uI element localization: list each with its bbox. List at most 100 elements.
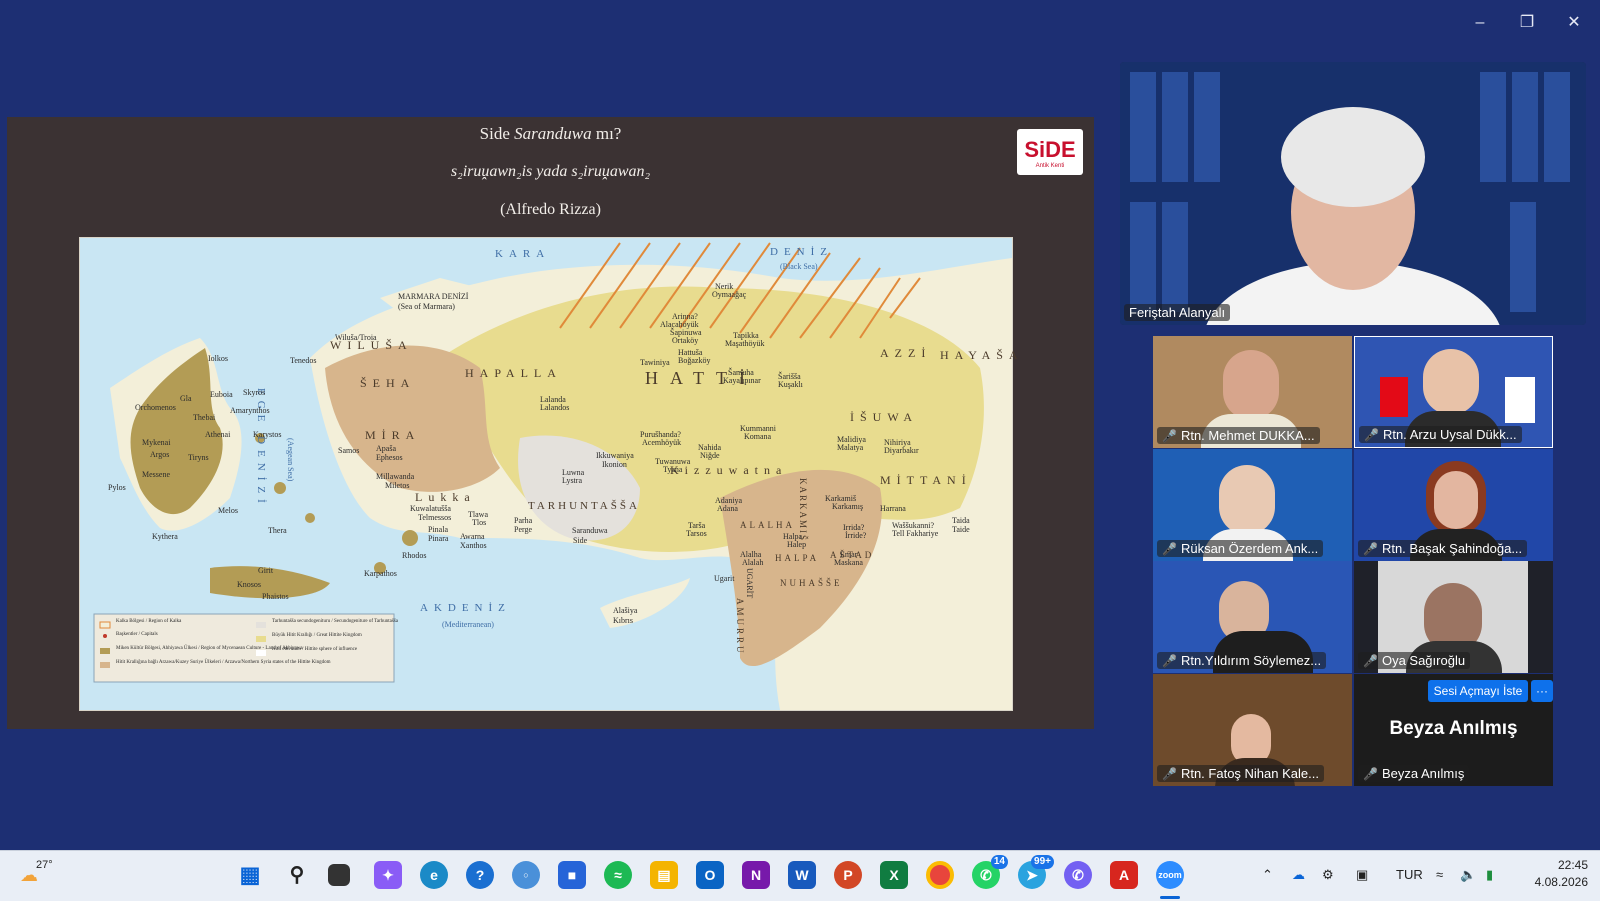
map-city-awarna: Awarna [460,532,485,541]
map-city-rhodos: Rhodos [402,551,427,560]
muted-mic-icon: 🎤 [1363,542,1378,556]
participant-name: 🎤 Rtn. Mehmet DUKKA... [1157,427,1320,444]
map-city-euboia: Euboia [210,390,233,399]
word-icon[interactable]: W [788,861,816,889]
map-graphic [80,238,1012,710]
whatsapp-icon[interactable]: ✆ 14 [972,855,1008,889]
search-icon[interactable]: ⚲ [283,861,311,889]
legend-great-hittite: Büyük Hitit Krallığı / Great Hittite Kin… [272,633,362,638]
map-label-akdeniz: AKDENİZ [420,602,511,614]
spotify-icon[interactable]: ≈ [604,861,632,889]
map-city-karpathos: Karpathos [364,569,397,578]
map-city-side: Side [573,536,588,545]
acrobat-icon[interactable]: A [1110,861,1138,889]
map-city-oymaagac: Oymaağaç [712,290,747,299]
map-region-tarhuntassa: TARHUNTAŠŠA [528,500,640,512]
minimize-button[interactable]: – [1469,12,1491,34]
map-city-kusakli: Kuşaklı [778,380,803,389]
map-city-tarsos: Tarsos [686,529,707,538]
store-icon[interactable]: ■ [558,861,586,889]
beta-app-icon[interactable]: ○ [512,861,540,889]
map-city-ikonion: Ikonion [602,460,627,469]
excel-icon[interactable]: X [880,861,908,889]
map-city-taida: Taida [952,516,970,525]
windows-start-icon[interactable]: ▦ [236,861,264,889]
active-speaker-video[interactable]: Feriştah Alanyalı [1120,62,1586,325]
task-view-icon[interactable] [328,864,350,886]
zoom-icon[interactable]: zoom [1156,861,1184,889]
map-city-komana: Komana [744,432,772,441]
map-city-messene: Messene [142,470,170,479]
participant-tile[interactable]: 🎤 Rtn. Fatoş Nihan Kale... [1153,674,1352,786]
ask-to-unmute-button[interactable]: Sesi Açmayı İste [1428,680,1528,702]
map-city-girit: Girit [258,566,274,575]
chrome-icon[interactable] [926,861,954,889]
viber-icon[interactable]: ✆ [1064,861,1092,889]
map-city-orchomenos: Orchomenos [135,403,176,412]
map-city-perge: Perge [514,525,533,534]
map-city-halep: Halep [787,540,807,549]
map-label-mediterranean: (Mediterranean) [442,620,494,629]
volume-icon[interactable]: 🔈 [1460,867,1476,883]
map-region-isuwa: İŠUWA [850,410,918,424]
close-button[interactable]: ✕ [1563,12,1585,34]
map-region-lukka: Lukka [415,490,476,504]
language-indicator[interactable]: TUR [1396,867,1423,882]
participant-tile[interactable]: 🎤 Rtn. Başak Şahindoğa... [1354,449,1553,561]
map-city-amarynthos: Amarynthos [230,406,270,415]
clock[interactable]: 22:45 4.08.2026 [1522,857,1588,891]
weather-widget[interactable]: ☁ 27° [18,859,58,893]
file-explorer-icon[interactable]: ▤ [650,861,678,889]
participant-tile[interactable]: 🎤 Rtn.Yıldırım Söylemez... [1153,561,1352,673]
map-city-thebai: Thebai [193,413,216,422]
map-city-karystos: Karystos [253,430,282,439]
map-city-gla: Gla [180,394,192,403]
map-city-alalah: Alalah [742,558,764,567]
help-icon[interactable]: ? [466,861,494,889]
participant-tile[interactable]: 🎤 Rüksan Özerdem Ank... [1153,449,1352,561]
map-city-tlos: Tlos [472,518,487,527]
map-city-diyarbakir: Diyarbakır [884,446,919,455]
telegram-icon[interactable]: ➤ 99+ [1018,855,1054,889]
map-city-tyana: Tyana [663,465,683,474]
map-city-ephesos: Ephesos [376,453,403,462]
slide-subtitle: s₂iruṷawn₂is yada s₂iruṷawan₂ [450,163,651,180]
map-city-bogazkoy: Boğazköy [678,356,711,365]
map-city-argos: Argos [150,450,170,459]
clock-date: 4.08.2026 [1534,875,1588,889]
map-region-mittani: MİTTANİ [880,473,972,487]
muted-mic-icon: 🎤 [1364,428,1379,442]
map-city-samos: Samos [338,446,360,455]
wifi-icon[interactable]: ≈ [1436,867,1443,882]
legend-kalka: Kalka Bölgesi / Region of Kalka [116,619,182,624]
map-city-kuwalatussa: Kuwalatušša [410,504,451,513]
chevron-up-icon[interactable]: ⌃ [1262,867,1273,883]
hittite-map: KARA DENİZ (Black Sea) MARMARA DENİZİ (S… [79,237,1018,711]
restore-button[interactable]: ❐ [1516,12,1538,34]
map-region-mira: MİRA [365,428,421,442]
onedrive-icon[interactable]: ☁ [1292,867,1305,883]
more-options-button[interactable]: ··· [1531,680,1553,702]
participant-tile[interactable]: 🎤 Oya Sağıroğlu [1354,561,1553,673]
map-label-marmara-en: (Sea of Marmara) [398,302,455,311]
map-city-lalandos: Lalandos [540,403,570,412]
outlook-icon[interactable]: O [696,861,724,889]
map-city-tawiniya: Tawiniya [640,358,670,367]
onenote-icon[interactable]: N [742,861,770,889]
network-activity-icon[interactable]: ⚙ [1322,867,1334,883]
battery-icon[interactable]: ▮ [1486,867,1493,883]
edge-icon[interactable]: e [420,861,448,889]
map-city-ugarit: Ugarit [714,574,735,583]
powerpoint-icon[interactable]: P [834,861,862,889]
map-region-hapalla: HAPALLA [465,366,562,380]
map-city-harrana: Harrana [880,504,906,513]
participant-tile[interactable]: 🎤 Rtn. Arzu Uysal Dükk... [1354,336,1553,448]
copilot-icon[interactable]: ✦ [374,861,402,889]
map-city-athenai: Athenai [205,430,231,439]
map-city-apasa: Apaša [376,444,396,453]
participant-name: 🎤 Rüksan Özerdem Ank... [1157,540,1324,557]
display-icon[interactable]: ▣ [1356,867,1368,883]
participant-tile[interactable]: 🎤 Rtn. Mehmet DUKKA... [1153,336,1352,448]
participant-display-name: Beyza Anılmış [1389,718,1518,739]
map-region-nuhasse: NUHAŠŠE [780,578,843,588]
